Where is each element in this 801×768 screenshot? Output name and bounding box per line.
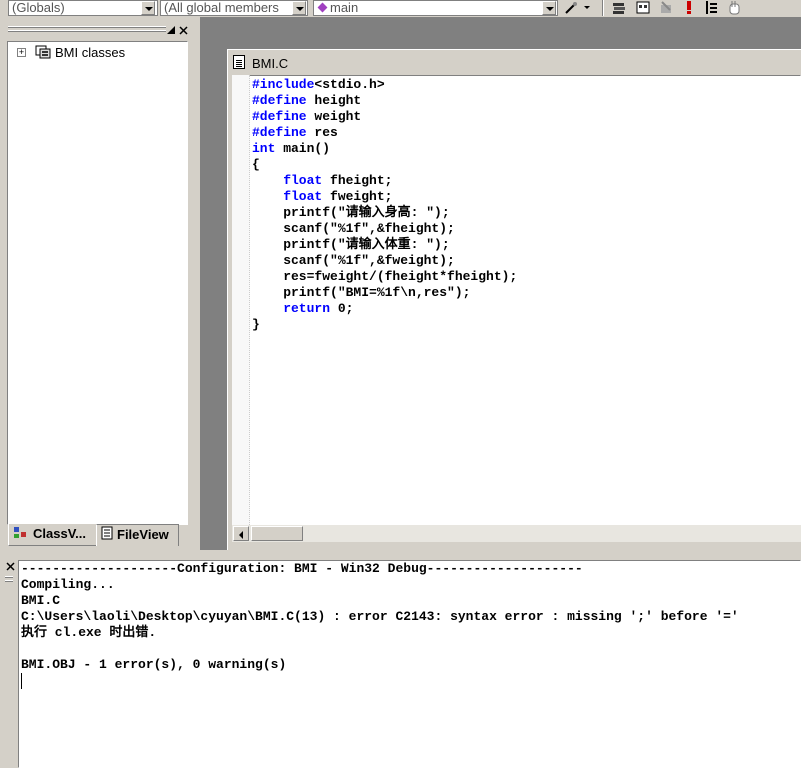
compile-icon[interactable]: [611, 0, 627, 15]
text-caret: [21, 673, 22, 689]
tree-expand-icon[interactable]: +: [17, 48, 26, 57]
code-line[interactable]: {: [252, 157, 517, 173]
editor-titlebar[interactable]: [229, 51, 801, 75]
wizard-dropdown-icon[interactable]: [584, 6, 590, 9]
editor-title: BMI.C: [252, 56, 289, 71]
code-text: weight: [306, 109, 362, 124]
members-combo[interactable]: (All global members: [160, 0, 308, 16]
workspace-close-icon[interactable]: [178, 25, 189, 36]
code-line[interactable]: #define height: [252, 93, 517, 109]
code-line[interactable]: printf("BMI=%1f\n,res");: [252, 285, 517, 301]
code-text: <stdio.h>: [314, 77, 385, 92]
function-combo[interactable]: main: [313, 0, 558, 16]
function-combo-dropdown[interactable]: [542, 1, 556, 15]
tab-fileview-label: FileView: [117, 527, 169, 542]
code-text: 0;: [330, 301, 354, 316]
function-icon: [317, 2, 328, 13]
wizard-wand-icon[interactable]: [563, 0, 579, 15]
members-combo-value: (All global members: [164, 0, 279, 15]
code-text: fheight;: [322, 173, 393, 188]
output-close-icon[interactable]: [5, 561, 16, 572]
output-line[interactable]: --------------------Configuration: BMI -…: [21, 561, 739, 577]
code-text: res=fweight/(fheight*fheight);: [252, 269, 518, 284]
build-icon[interactable]: [635, 0, 651, 15]
code-keyword: int: [252, 141, 276, 156]
code-line[interactable]: }: [252, 317, 517, 333]
code-text: scanf("%1f",&fheight);: [252, 221, 455, 236]
editor-gutter[interactable]: [232, 75, 250, 525]
code-keyword: #define: [252, 109, 307, 124]
code-text: printf("请输入身高: ");: [252, 205, 450, 220]
tree-root-label[interactable]: BMI classes: [55, 45, 125, 60]
code-line[interactable]: scanf("%1f",&fheight);: [252, 221, 517, 237]
code-line[interactable]: int main(): [252, 141, 517, 157]
output-line[interactable]: BMI.OBJ - 1 error(s), 0 warning(s): [21, 657, 739, 673]
breakpoint-hand-icon[interactable]: [726, 0, 742, 15]
members-combo-dropdown[interactable]: [292, 1, 306, 15]
code-text: scanf("%1f",&fweight);: [252, 253, 455, 268]
workspace-maximize-icon[interactable]: [166, 25, 177, 36]
fileview-icon: [101, 526, 113, 546]
code-text: main(): [275, 141, 331, 156]
classes-icon: [35, 45, 51, 59]
horizontal-scrollbar[interactable]: [232, 525, 801, 542]
code-text: height: [306, 93, 362, 108]
output-grip-line: [5, 580, 13, 582]
build-output[interactable]: --------------------Configuration: BMI -…: [21, 561, 739, 673]
source-code[interactable]: #include<stdio.h> #define height #define w…: [252, 77, 517, 333]
class-tree[interactable]: [7, 41, 188, 525]
code-line[interactable]: float fweight;: [252, 189, 517, 205]
workspace-grip[interactable]: [8, 30, 166, 32]
code-keyword: return: [252, 301, 331, 316]
code-keyword: float: [252, 189, 323, 204]
output-splitter[interactable]: [0, 550, 801, 558]
code-text: printf("请输入体重: ");: [252, 237, 450, 252]
document-icon: [233, 55, 245, 69]
scroll-thumb[interactable]: [251, 526, 303, 541]
code-line[interactable]: printf("请输入身高: ");: [252, 205, 517, 221]
scroll-left-arrow-icon[interactable]: [233, 526, 249, 541]
code-line[interactable]: #define res: [252, 125, 517, 141]
output-line[interactable]: [21, 641, 739, 657]
code-line[interactable]: scanf("%1f",&fweight);: [252, 253, 517, 269]
code-keyword: #define: [252, 125, 307, 140]
code-line[interactable]: printf("请输入体重: ");: [252, 237, 517, 253]
function-combo-value: main: [330, 0, 359, 15]
code-text: printf("BMI=%1f\n,res");: [252, 285, 471, 300]
code-text: {: [252, 157, 260, 172]
classview-icon: [13, 525, 29, 545]
go-debug-icon[interactable]: [703, 0, 719, 15]
output-line[interactable]: Compiling...: [21, 577, 739, 593]
code-keyword: float: [252, 173, 323, 188]
tab-classview[interactable]: ClassV...: [8, 524, 96, 546]
execute-icon[interactable]: [681, 0, 697, 15]
scope-combo-value: (Globals): [12, 0, 65, 15]
toolbar-separator: [602, 0, 604, 16]
output-grip: [0, 558, 18, 768]
code-keyword: #define: [252, 93, 307, 108]
output-line[interactable]: 执行 cl.exe 时出错.: [21, 625, 739, 641]
code-keyword: #include: [252, 77, 315, 92]
code-text: res: [306, 125, 338, 140]
output-line[interactable]: BMI.C: [21, 593, 739, 609]
output-line[interactable]: C:\Users\laoli\Desktop\cyuyan\BMI.C(13) …: [21, 609, 739, 625]
code-line[interactable]: res=fweight/(fheight*fheight);: [252, 269, 517, 285]
code-line[interactable]: return 0;: [252, 301, 517, 317]
output-grip-line: [5, 576, 13, 578]
code-text: }: [252, 317, 260, 332]
stop-build-icon[interactable]: [658, 0, 674, 15]
workspace-grip[interactable]: [8, 26, 166, 28]
code-text: fweight;: [322, 189, 393, 204]
code-line[interactable]: float fheight;: [252, 173, 517, 189]
code-line[interactable]: #define weight: [252, 109, 517, 125]
scope-combo[interactable]: (Globals): [8, 0, 158, 16]
tab-classview-label: ClassV...: [33, 526, 87, 541]
tab-fileview[interactable]: FileView: [96, 524, 179, 546]
scope-combo-dropdown[interactable]: [141, 1, 155, 15]
code-line[interactable]: #include<stdio.h>: [252, 77, 517, 93]
